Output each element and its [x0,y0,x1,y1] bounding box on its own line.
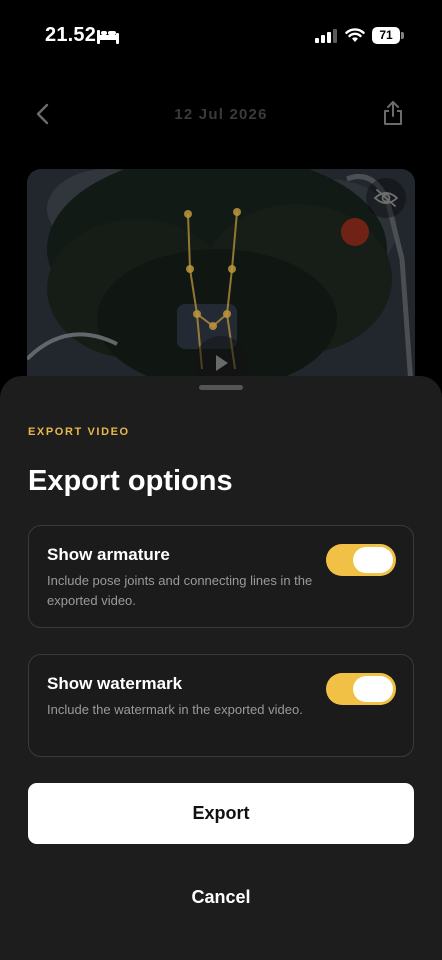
option-description: Include pose joints and connecting lines… [47,573,313,608]
option-title: Show watermark [47,674,183,693]
cellular-signal-icon [315,29,337,43]
export-options-sheet: EXPORT VIDEO Export options Show armatur… [0,376,442,960]
option-title: Show armature [47,545,170,564]
armature-visibility-button[interactable] [366,178,406,218]
option-description: Include the watermark in the exported vi… [47,702,303,717]
show-watermark-toggle[interactable] [326,673,396,705]
battery-tip [401,32,404,39]
header-date: 12 Jul 2026 [174,106,268,123]
eye-slash-icon [373,189,399,207]
bed-icon [97,30,119,44]
option-card-watermark: Show watermark Include the watermark in … [28,654,414,757]
show-armature-toggle[interactable] [326,544,396,576]
toggle-knob [353,547,393,573]
wifi-icon [345,28,365,42]
share-icon[interactable] [382,100,404,126]
sheet-grabber[interactable] [199,385,243,390]
toggle-knob [353,676,393,702]
battery-level: 71 [372,27,400,44]
sheet-kicker: EXPORT VIDEO [28,426,130,438]
sheet-title: Export options [28,465,233,497]
status-time: 21.52 [45,24,97,46]
status-bar: 21.52 71 [0,0,442,70]
option-card-armature: Show armature Include pose joints and co… [28,525,414,628]
cancel-button[interactable]: Cancel [28,876,414,918]
export-button[interactable]: Export [28,783,414,844]
battery-icon: 71 [372,27,404,44]
